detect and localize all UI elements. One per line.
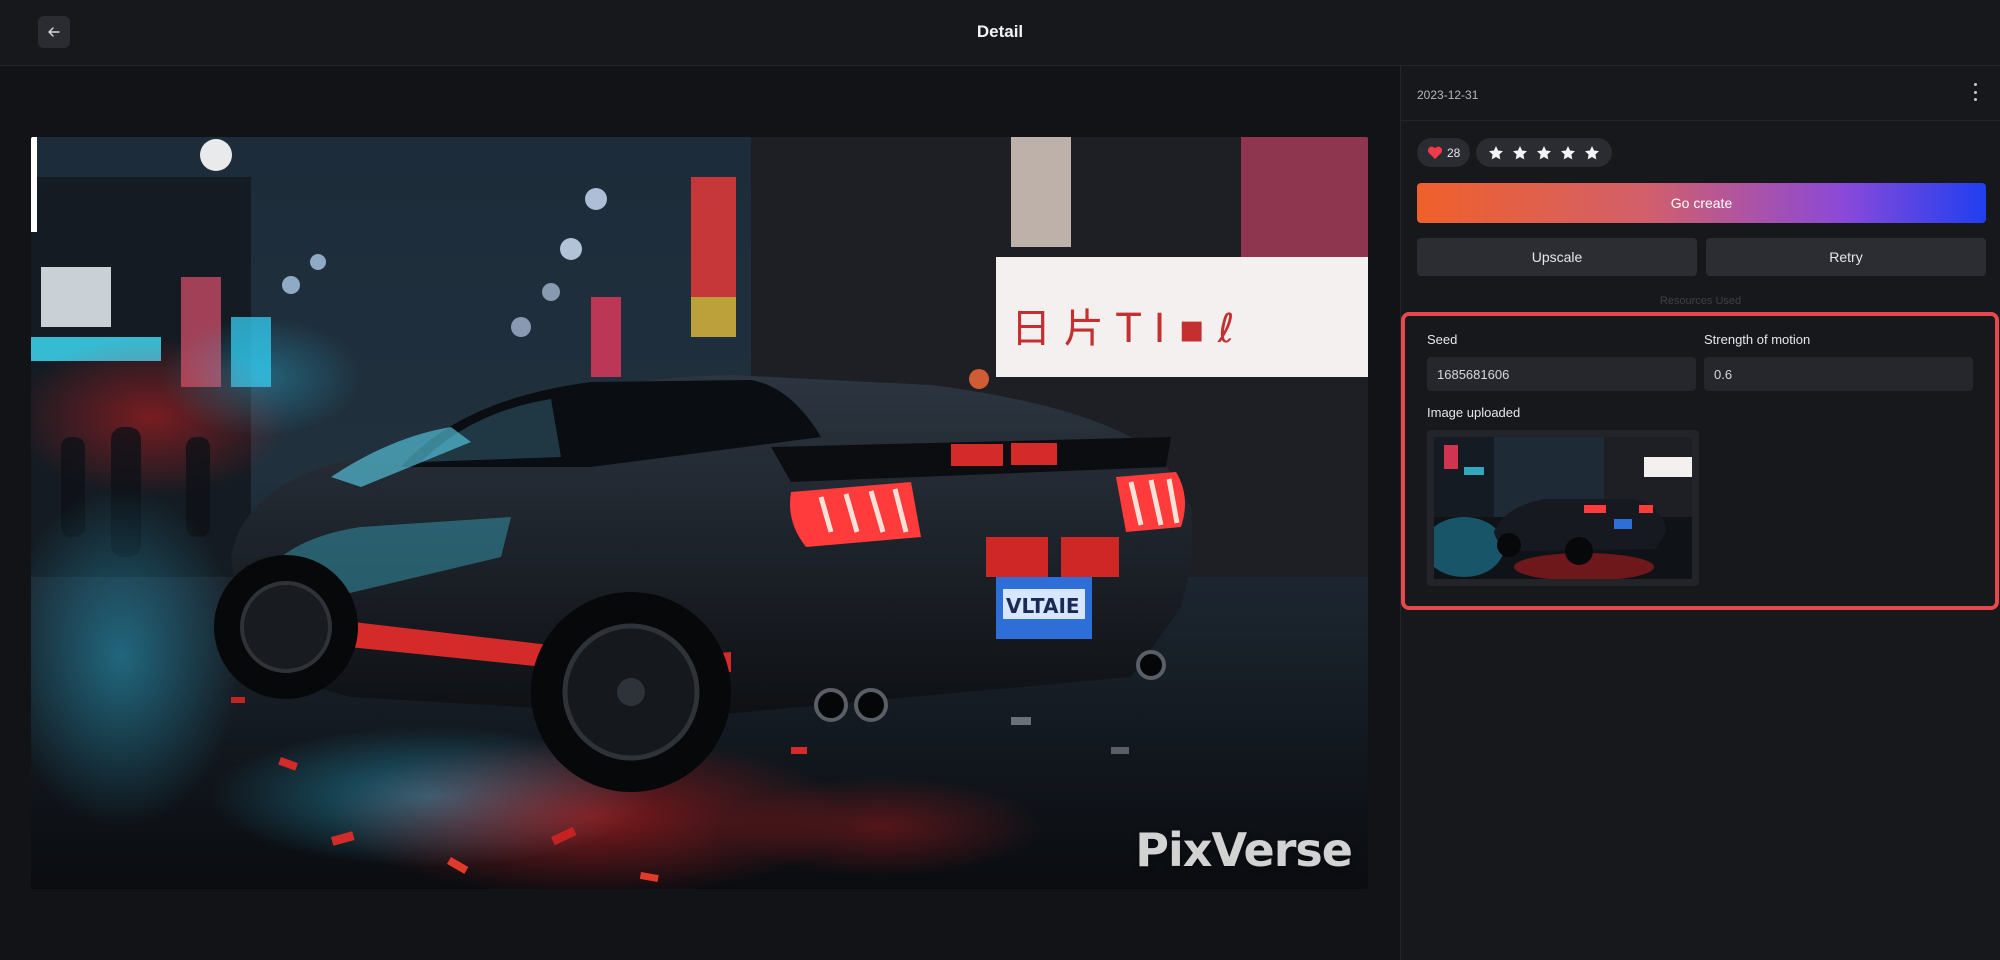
- star-icon[interactable]: [1488, 145, 1504, 161]
- panel-header: 2023-12-31: [1401, 66, 2000, 121]
- stats-badges: 28: [1417, 138, 1613, 167]
- motion-value[interactable]: 0.6: [1704, 357, 1973, 391]
- resources-section: Seed 1685681606 Strength of motion 0.6 I…: [1401, 312, 1999, 610]
- go-create-button[interactable]: Go create: [1417, 183, 1986, 223]
- like-button[interactable]: 28: [1417, 138, 1471, 167]
- star-icon[interactable]: [1536, 145, 1552, 161]
- motion-field: Strength of motion 0.6: [1704, 332, 1973, 391]
- seed-value[interactable]: 1685681606: [1427, 357, 1696, 391]
- more-options-button[interactable]: [1968, 80, 1982, 104]
- seed-label: Seed: [1427, 332, 1458, 347]
- image-stage: 日 片 T I ▪ ℓ VLTAIE PixVerse: [0, 66, 1400, 960]
- svg-text:日 片 T I ▪ ℓ: 日 片 T I ▪ ℓ: [1011, 306, 1234, 352]
- page-title: Detail: [976, 22, 1024, 41]
- uploaded-image-thumbnail[interactable]: [1427, 430, 1699, 586]
- star-icon[interactable]: [1560, 145, 1576, 161]
- motion-label: Strength of motion: [1704, 332, 1811, 347]
- detail-panel: 2023-12-31 28 Go create Upscale Retry Re…: [1400, 66, 2000, 960]
- star-icon[interactable]: [1584, 145, 1600, 161]
- star-icon[interactable]: [1512, 145, 1528, 161]
- star-rating[interactable]: [1476, 138, 1613, 167]
- heart-icon: [1427, 146, 1443, 159]
- generated-image[interactable]: 日 片 T I ▪ ℓ VLTAIE PixVerse: [31, 137, 1368, 889]
- upscale-button[interactable]: Upscale: [1417, 238, 1697, 276]
- image-uploaded-label: Image uploaded: [1427, 405, 1521, 420]
- like-count: 28: [1447, 145, 1461, 160]
- resources-used-label: Resources Used: [1659, 295, 1742, 307]
- svg-text:VLTAIE: VLTAIE: [1006, 594, 1080, 618]
- created-date: 2023-12-31: [1417, 88, 1479, 102]
- retry-button[interactable]: Retry: [1706, 238, 1986, 276]
- header-bar: Detail: [0, 0, 2000, 66]
- action-buttons: Upscale Retry: [1417, 238, 1986, 276]
- more-vertical-icon: [1973, 83, 1977, 86]
- watermark-text: PixVerse: [1135, 823, 1353, 877]
- seed-field: Seed 1685681606: [1427, 332, 1696, 391]
